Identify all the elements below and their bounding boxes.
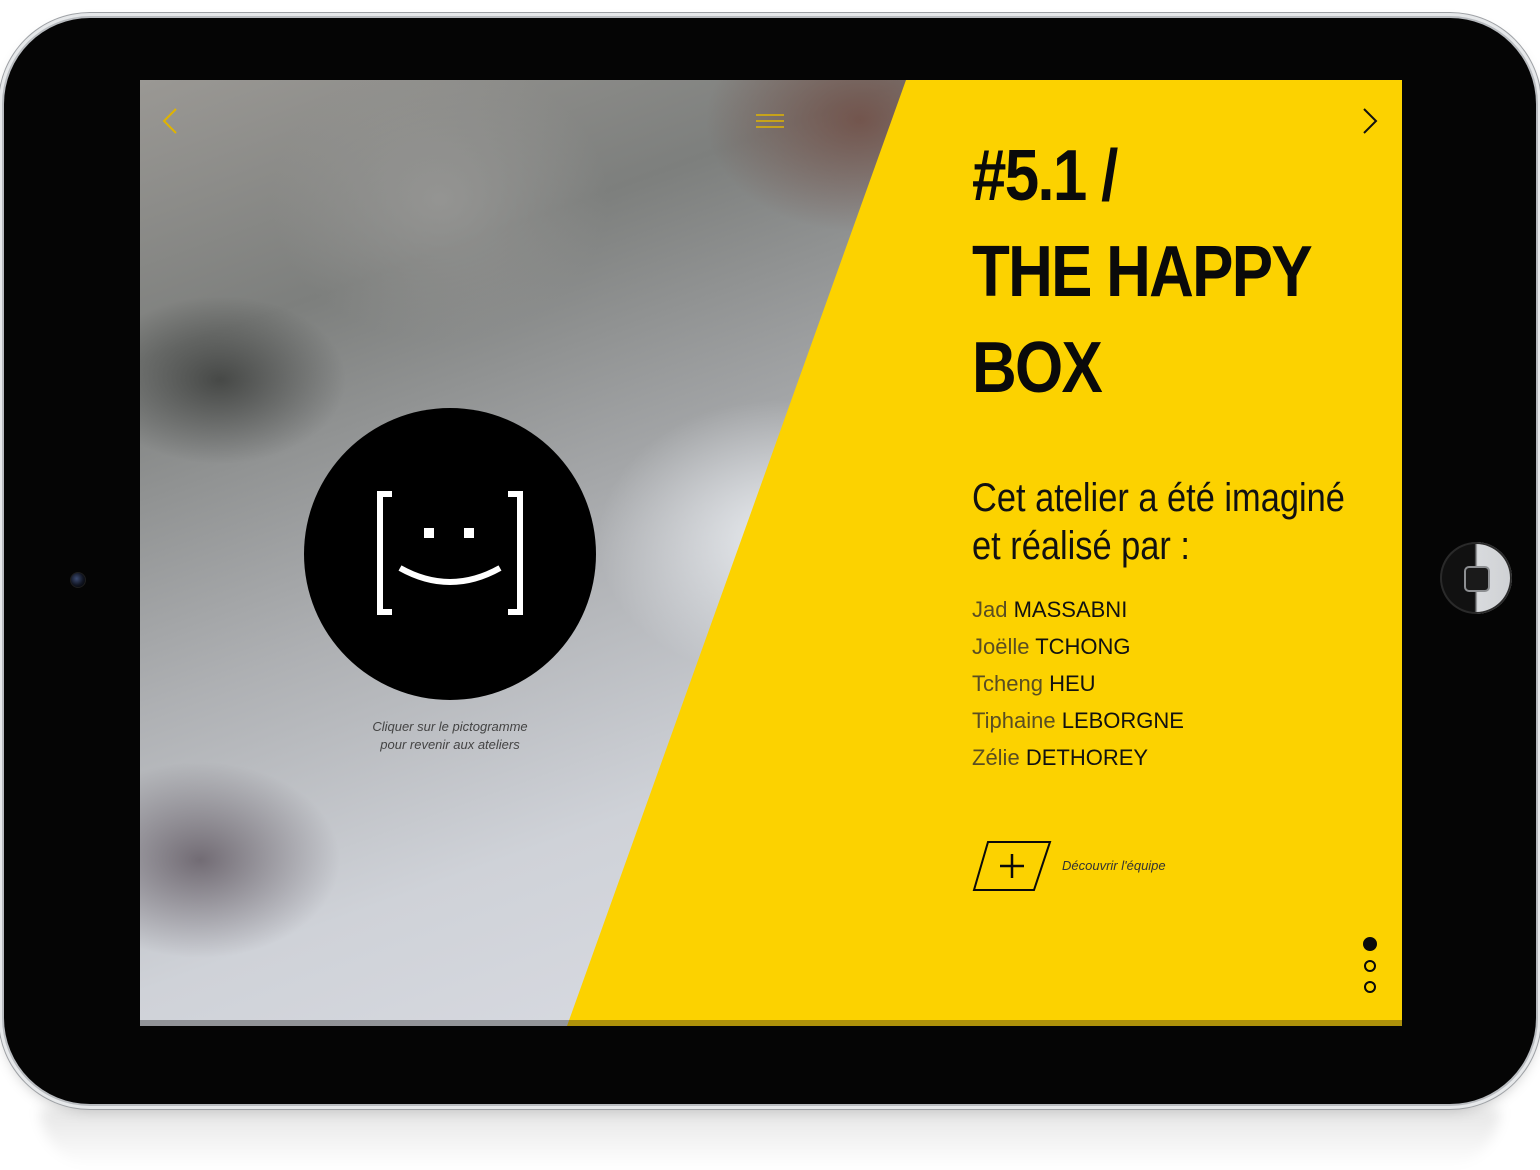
member-last-name: LEBORGNE	[1061, 708, 1184, 733]
front-camera	[70, 572, 86, 588]
discover-team-button[interactable]	[972, 840, 1052, 892]
intro-line-1: Cet atelier a été imaginé	[972, 476, 1345, 520]
member-first-name: Tcheng	[972, 671, 1043, 696]
page-title: #5.1 / THE HAPPY BOX	[972, 128, 1316, 416]
page-indicator	[1363, 937, 1382, 1002]
member-last-name: DETHOREY	[1025, 745, 1149, 770]
hint-line-2: pour revenir aux ateliers	[380, 737, 520, 752]
member-item: Tiphaine LEBORGNE	[972, 705, 1184, 742]
home-button[interactable]	[1440, 542, 1512, 614]
intro-line-2: et réalisé par :	[972, 524, 1190, 568]
home-square-icon	[1464, 566, 1490, 592]
hint-line-1: Cliquer sur le pictogramme	[372, 719, 528, 734]
hamburger-menu-icon[interactable]	[754, 112, 786, 130]
pictogram-hint: Cliquer sur le pictogramme pour revenir …	[330, 718, 570, 754]
title-line-1: #5.1 /	[972, 136, 1118, 216]
member-first-name: Tiphaine	[972, 708, 1056, 733]
member-item: Jad MASSABNI	[972, 594, 1184, 631]
screen-bottom-edge	[140, 1020, 1402, 1026]
discover-team-link[interactable]: Découvrir l'équipe	[1062, 858, 1166, 873]
chevron-right-icon[interactable]	[1358, 106, 1382, 136]
member-last-name: HEU	[1049, 671, 1096, 696]
intro-text: Cet atelier a été imaginé et réalisé par…	[972, 474, 1345, 570]
page-dot-2[interactable]	[1364, 960, 1376, 972]
member-first-name: Jad	[972, 597, 1008, 622]
title-line-2: THE HAPPY	[972, 232, 1313, 312]
chevron-left-icon[interactable]	[158, 106, 182, 136]
device-reflection	[40, 1108, 1500, 1168]
member-first-name: Zélie	[972, 745, 1020, 770]
bracket-smiley-icon[interactable]	[304, 408, 596, 700]
page-dot-3[interactable]	[1364, 981, 1376, 993]
member-last-name: TCHONG	[1035, 634, 1131, 659]
member-item: Zélie DETHOREY	[972, 742, 1184, 779]
member-item: Tcheng HEU	[972, 668, 1184, 705]
member-item: Joëlle TCHONG	[972, 631, 1184, 668]
member-list: Jad MASSABNI Joëlle TCHONG Tcheng HEU Ti…	[972, 594, 1184, 779]
title-line-3: BOX	[972, 328, 1103, 408]
member-last-name: MASSABNI	[1013, 597, 1128, 622]
page-dot-1[interactable]	[1363, 937, 1377, 951]
member-first-name: Joëlle	[972, 634, 1030, 659]
app-screen: Cliquer sur le pictogramme pour revenir …	[140, 80, 1402, 1026]
